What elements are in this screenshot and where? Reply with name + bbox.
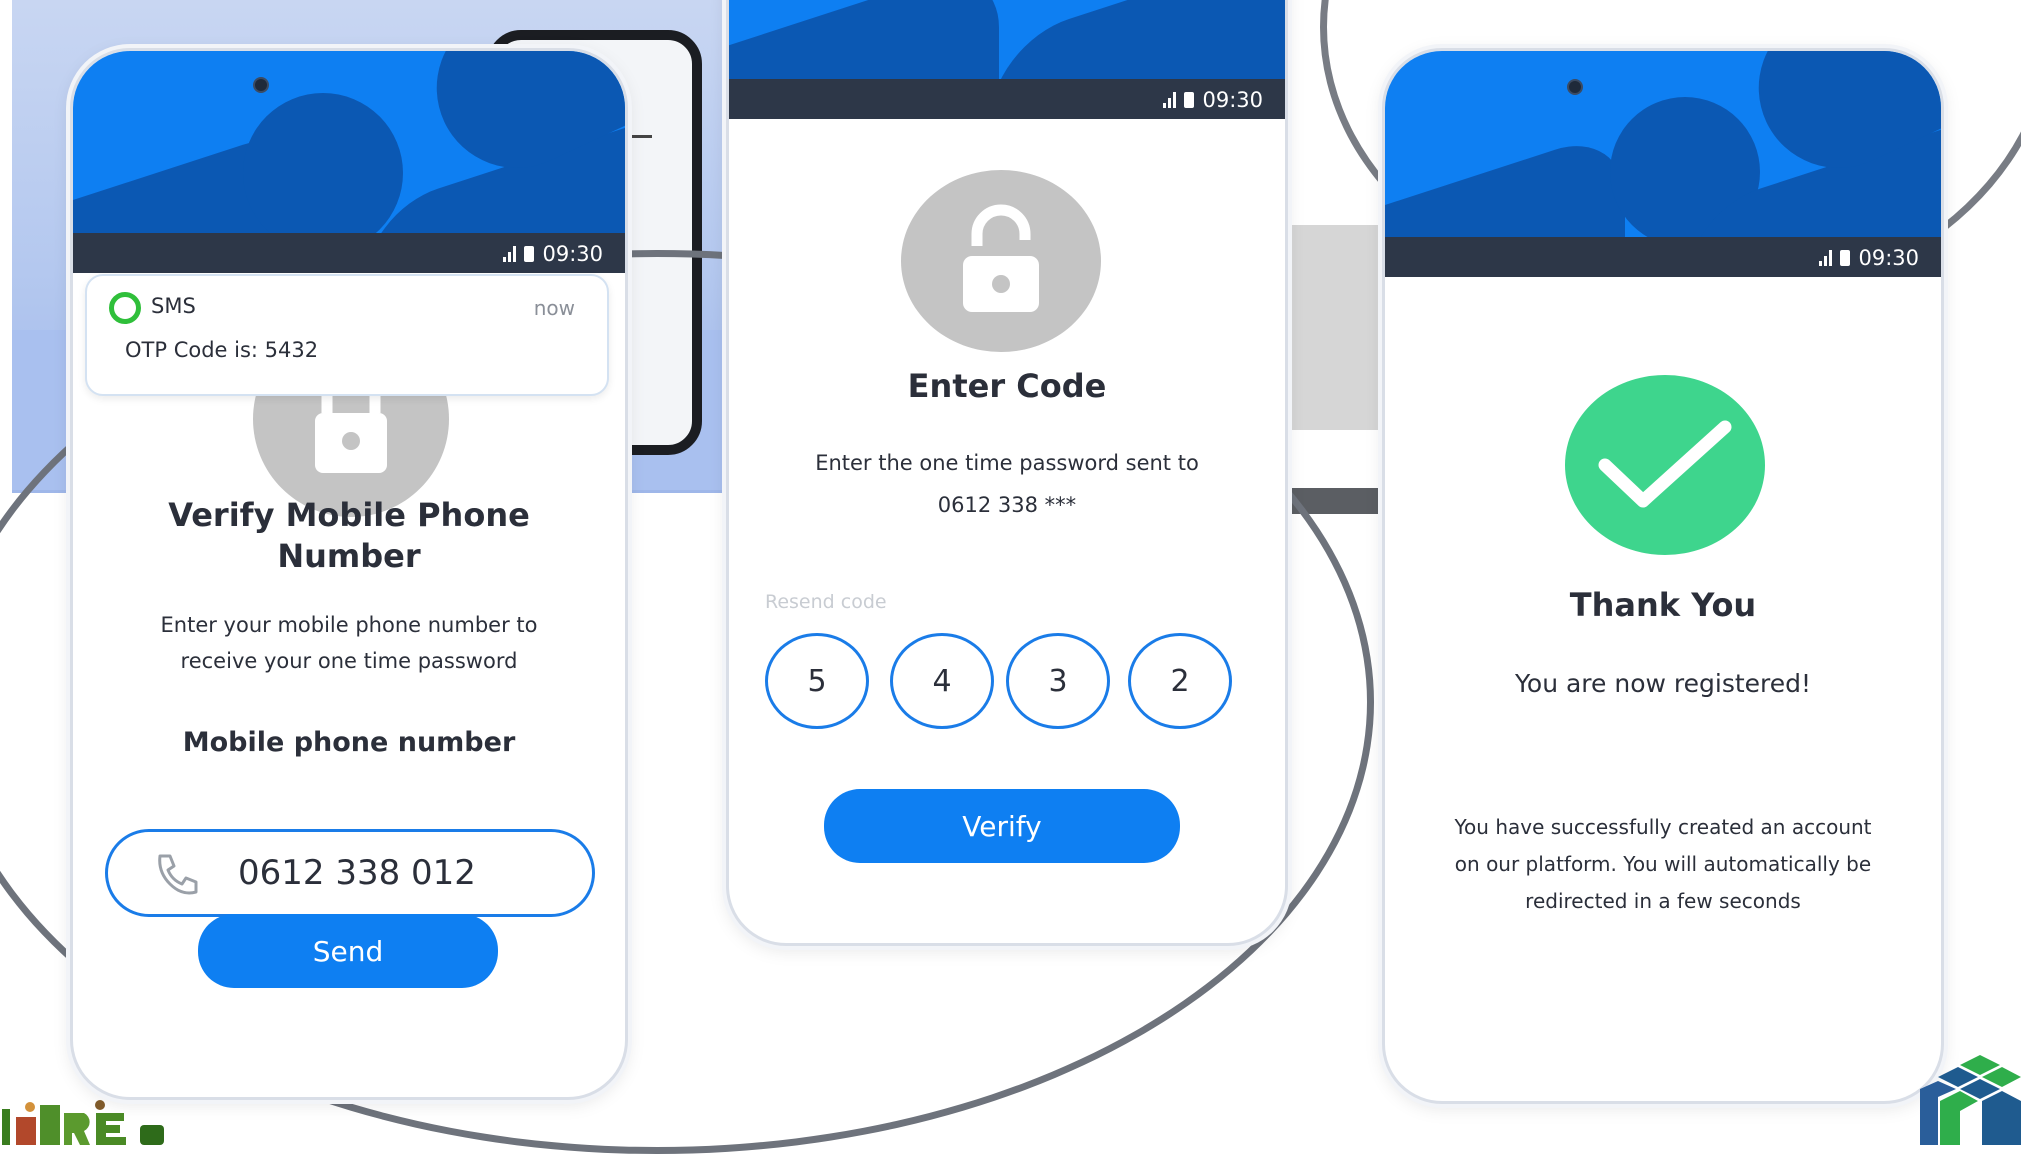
code-digit-1[interactable]: 5: [765, 633, 869, 729]
code-digit-3[interactable]: 3: [1006, 633, 1110, 729]
page-title: Thank You: [1569, 586, 1757, 624]
code-digit-2[interactable]: 4: [890, 633, 994, 729]
brand-logo-right: [1920, 1055, 2021, 1145]
sms-time: now: [533, 296, 575, 320]
phone-thank-you: 09:30 Thank You You are now registered! …: [1382, 48, 1944, 1104]
phone-icon: [158, 854, 198, 895]
signal-icon: [1819, 250, 1833, 266]
page-subtitle: You are now registered!: [1514, 669, 1812, 698]
header-shape: [989, 0, 1285, 83]
sms-notification[interactable]: SMS now OTP Code is: 5432: [85, 274, 609, 396]
unlock-icon-circle: [901, 170, 1101, 352]
page-description: Enter your mobile phone number to receiv…: [160, 613, 538, 673]
sms-message: OTP Code is: 5432: [125, 338, 319, 362]
battery-icon: [524, 246, 535, 262]
status-bar: 09:30: [73, 233, 625, 273]
sms-app-name: SMS: [151, 294, 196, 318]
battery-icon: [1184, 92, 1195, 108]
sms-app-icon: [109, 292, 141, 324]
battery-icon: [1840, 250, 1851, 266]
check-circle-icon: [1598, 420, 1732, 508]
phone-number-input[interactable]: 0612 338 012: [105, 829, 595, 917]
status-time: 09:30: [1858, 246, 1919, 270]
header-shape: [729, 0, 999, 83]
status-bar: 09:30: [1385, 237, 1941, 277]
header-shape: [243, 93, 403, 237]
camera-icon: [253, 77, 269, 93]
masked-phone-number: 0612 338 ***: [937, 493, 1077, 517]
signal-icon: [503, 246, 517, 262]
header-shape: [1385, 127, 1625, 241]
camera-icon: [1567, 79, 1583, 95]
status-time: 09:30: [542, 242, 603, 266]
header-graphic: [73, 51, 625, 237]
unlock-icon: [963, 204, 1039, 312]
success-circle: [1565, 375, 1765, 555]
header-graphic: [1385, 51, 1941, 241]
status-time: 09:30: [1202, 88, 1263, 112]
page-title: Verify Mobile Phone Number: [168, 496, 530, 575]
phone-number-value: 0612 338 012: [238, 853, 476, 893]
signal-icon: [1163, 92, 1177, 108]
code-digit-4[interactable]: 2: [1128, 633, 1232, 729]
header-graphic: [729, 0, 1285, 83]
brand-logo-left: [2, 1100, 164, 1145]
send-button[interactable]: Send: [198, 914, 498, 988]
page-title: Enter Code: [907, 367, 1107, 405]
phone-enter-code: 09:30 Enter Code Enter the one time pass…: [726, 0, 1288, 946]
phone-verify-number: 09:30 SMS now OTP Code is: 5432 Verify M…: [70, 48, 628, 1100]
field-label: Mobile phone number: [182, 727, 516, 758]
verify-button[interactable]: Verify: [824, 789, 1180, 863]
status-bar: 09:30: [729, 79, 1285, 119]
success-message: You have successfully created an account…: [1454, 815, 1872, 913]
resend-code-link[interactable]: Resend code: [765, 591, 887, 613]
page-description: Enter the one time password sent to: [815, 451, 1199, 475]
